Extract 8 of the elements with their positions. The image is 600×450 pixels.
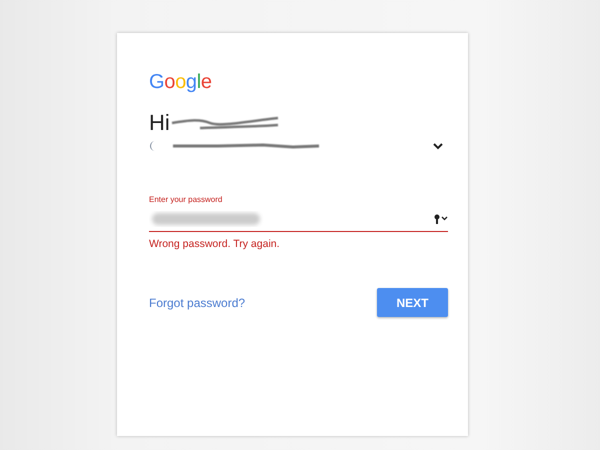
key-icon[interactable] xyxy=(434,214,448,224)
next-button[interactable]: NEXT xyxy=(377,288,448,317)
field-label: Enter your password xyxy=(149,195,222,205)
chevron-down-icon[interactable] xyxy=(433,142,443,150)
error-message: Wrong password. Try again. xyxy=(149,238,280,250)
google-logo: Google xyxy=(149,71,212,93)
greeting-text: Hi xyxy=(149,111,170,135)
forgot-password-link[interactable]: Forgot password? xyxy=(149,296,246,310)
